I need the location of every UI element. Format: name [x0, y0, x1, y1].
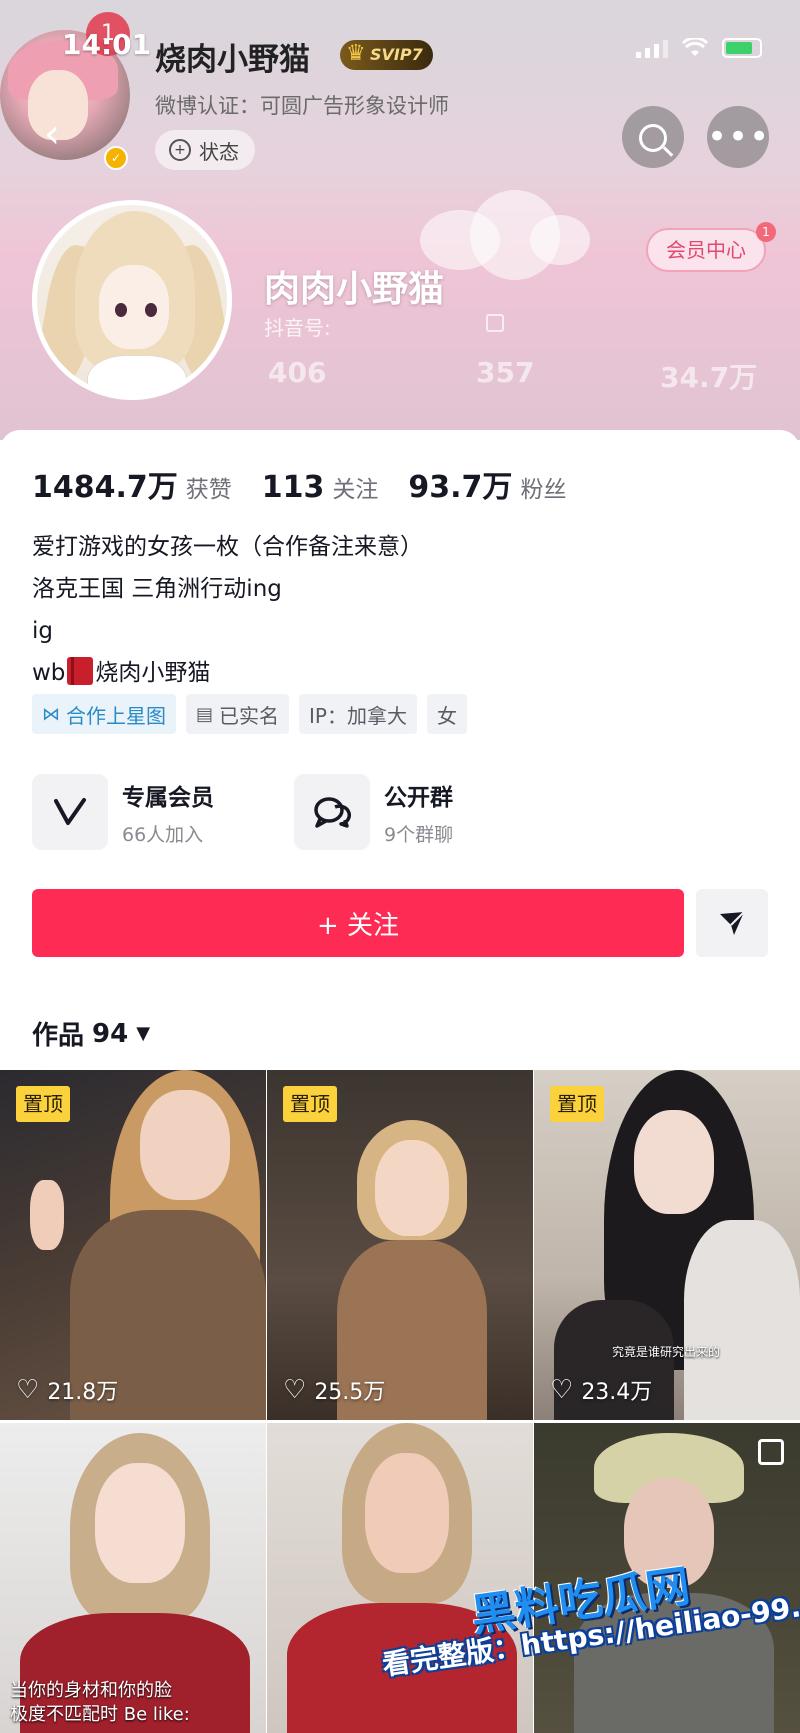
video-tile[interactable]: 置顶 ♡ 21.8万: [0, 1070, 266, 1420]
status-button[interactable]: + 状态: [155, 130, 255, 170]
ghost-stat-3: 34.7万: [660, 361, 758, 394]
add-status-icon: +: [169, 139, 191, 161]
avatar-illustration: [37, 205, 227, 395]
pinned-badge: 置顶: [550, 1086, 604, 1122]
video-likes-count: 25.5万: [314, 1380, 386, 1405]
bio-line-3: ig: [32, 618, 53, 644]
banner-nickname: 肉肉小野猫: [264, 269, 445, 310]
search-icon: [639, 124, 667, 152]
profile-stats: 1484.7万 获赞 113 关注 93.7万 粉丝: [32, 462, 566, 506]
vip-center-badge: 1: [756, 222, 776, 242]
works-count: 94: [92, 1018, 129, 1049]
caret-down-icon: ▼: [136, 1023, 151, 1044]
more-button[interactable]: •••: [707, 106, 769, 168]
weibo-certification: 微博认证：可圆广告形象设计师: [155, 94, 449, 118]
video-tile[interactable]: 置顶 ♡ 25.5万: [267, 1070, 533, 1420]
bio-line-2: 洛克王国 三角洲行动ing: [32, 576, 282, 602]
status-time: 14:01: [62, 28, 152, 61]
pinned-badge: 置顶: [16, 1086, 70, 1122]
video-tile[interactable]: 置顶 究竟是谁研究出来的 ♡ 23.4万: [534, 1070, 800, 1420]
video-subtitle: 究竟是谁研究出来的: [612, 1345, 721, 1359]
stat-likes-label: 获赞: [185, 477, 232, 503]
tag-verified-label: 已实名: [219, 703, 280, 728]
heart-icon: ♡: [550, 1375, 574, 1405]
profile-tags: ⋈ 合作上星图 ▤ 已实名 IP：加拿大 女: [32, 694, 467, 734]
public-group[interactable]: 公开群 9个群聊: [294, 774, 453, 850]
v-icon: [32, 774, 108, 850]
svip-badge[interactable]: SVIP7: [340, 39, 433, 70]
stat-followers-number: 93.7万: [408, 470, 513, 505]
tag-ip: IP：加拿大: [299, 694, 417, 734]
copy-icon[interactable]: [486, 314, 504, 332]
video-likes: ♡ 21.8万: [16, 1374, 118, 1406]
group-count: 9个群聊: [384, 823, 454, 846]
red-book-icon: [67, 657, 94, 685]
pinned-badge: 置顶: [283, 1086, 337, 1122]
multi-image-icon: [758, 1439, 784, 1465]
banner-bear-decoration: [420, 190, 590, 310]
chat-bubble-icon: [294, 774, 370, 850]
membership-count: 66人加入: [122, 823, 204, 846]
video-likes: ♡ 23.4万: [550, 1374, 652, 1406]
exclusive-membership[interactable]: 专属会员 66人加入: [32, 774, 214, 850]
verified-icon: ✓: [104, 146, 128, 170]
tag-gender: 女: [426, 694, 467, 734]
profile-banner: ✓ ‹ 1 14:01 烧肉小野猫 SVIP7 微博认证：可圆广告形象设计师 +…: [0, 0, 800, 440]
ghost-stat-1: 406: [268, 356, 327, 389]
stat-following-label: 关注: [332, 477, 379, 503]
vip-center-button[interactable]: 会员中心: [646, 228, 766, 272]
share-button[interactable]: [696, 889, 768, 957]
video-likes-count: 21.8万: [47, 1380, 119, 1405]
ghost-stat-2: 357: [476, 356, 535, 389]
group-title: 公开群: [384, 784, 453, 811]
header-name: 烧肉小野猫: [155, 42, 310, 78]
video-caption-line-1: 当你的身材和你的脸: [10, 1680, 172, 1701]
membership-title: 专属会员: [122, 784, 214, 811]
stat-followers-label: 粉丝: [520, 477, 567, 503]
send-arrow-icon: [720, 911, 745, 935]
video-caption: 当你的身材和你的脸 极度不匹配时 Be like:: [10, 1679, 190, 1727]
stat-following[interactable]: 113 关注: [262, 470, 379, 505]
search-button[interactable]: [622, 106, 684, 168]
douyin-id: 抖音号:: [264, 316, 331, 340]
heart-icon: ♡: [16, 1375, 40, 1405]
bio-line-1: 爱打游戏的女孩一枚（合作备注来意）: [32, 534, 423, 560]
signal-icon: [636, 38, 668, 58]
video-likes: ♡ 25.5万: [283, 1374, 385, 1406]
more-dots-icon: •••: [707, 117, 771, 157]
profile-bio: 爱打游戏的女孩一枚（合作备注来意） 洛克王国 三角洲行动ing ig wb 烧肉小…: [32, 526, 423, 694]
id-card-icon: ▤: [196, 703, 214, 725]
stat-likes[interactable]: 1484.7万 获赞: [32, 462, 232, 506]
status-icons: [636, 38, 762, 58]
bio-line-4: wb 烧肉小野猫: [32, 652, 423, 694]
battery-icon: [722, 38, 762, 58]
status-label: 状态: [199, 139, 239, 164]
works-label: 作品: [32, 1021, 85, 1051]
video-caption-line-2: 极度不匹配时 Be like:: [10, 1704, 190, 1725]
video-tile[interactable]: 当你的身材和你的脸 极度不匹配时 Be like:: [0, 1423, 266, 1733]
stat-followers[interactable]: 93.7万 粉丝: [408, 462, 566, 506]
stat-likes-number: 1484.7万: [32, 470, 178, 505]
star-map-icon: ⋈: [42, 703, 60, 725]
bio-wb-name: 烧肉小野猫: [95, 660, 211, 686]
bio-wb-prefix: wb: [32, 660, 66, 686]
follow-button[interactable]: + 关注: [32, 889, 684, 957]
tag-verified: ▤ 已实名: [186, 694, 290, 734]
video-likes-count: 23.4万: [581, 1380, 653, 1405]
tag-star-label: 合作上星图: [66, 703, 166, 728]
profile-avatar[interactable]: [32, 200, 232, 400]
stat-following-number: 113: [261, 470, 325, 505]
heart-icon: ♡: [283, 1375, 307, 1405]
tag-star-map[interactable]: ⋈ 合作上星图: [32, 694, 176, 734]
works-tab[interactable]: 作品 94 ▼: [32, 1015, 150, 1052]
wifi-icon: [682, 38, 708, 56]
back-arrow-icon[interactable]: ‹: [44, 114, 74, 154]
